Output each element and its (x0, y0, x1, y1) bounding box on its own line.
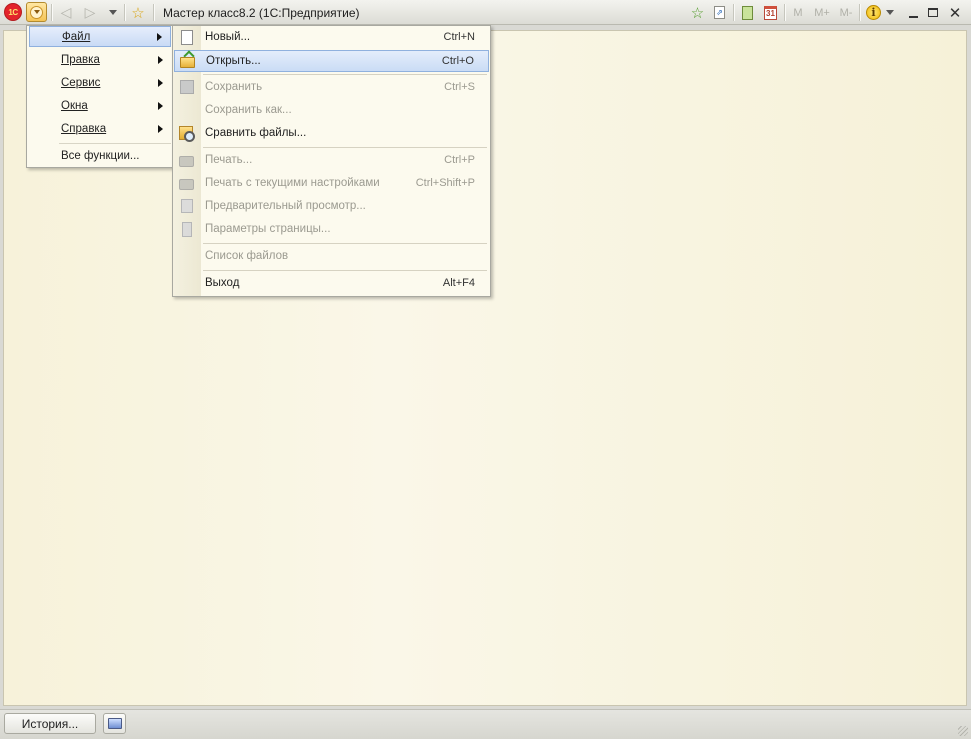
toolbar-separator (153, 4, 154, 21)
back-arrow-icon[interactable]: ◁ (57, 3, 75, 22)
menu-item-label: Окна (61, 99, 88, 112)
submenu-arrow-icon (158, 78, 163, 87)
main-menu-item-windows[interactable]: Окна (29, 95, 171, 116)
menu-separator (203, 270, 487, 271)
connection-button[interactable] (103, 713, 126, 734)
menu-item-label: Сервис (61, 76, 101, 89)
menu-item-label: Печать... (205, 154, 253, 166)
link-icon[interactable]: ⇗ (711, 3, 728, 22)
minimize-shape (908, 15, 918, 18)
menu-item-label: Печать с текущими настройками (205, 177, 380, 189)
menu-item-label: Параметры страницы... (205, 223, 331, 235)
main-menu-item-all-functions[interactable]: Все функции... (29, 145, 171, 166)
calendar-icon[interactable]: 31 (762, 3, 779, 22)
file-menu-item-save-as[interactable]: Сохранить как... (174, 100, 489, 122)
main-menu: Файл Правка Сервис Окна Справка Все функ… (26, 25, 174, 168)
menu-item-label: Сохранить (205, 81, 263, 93)
menu-item-shortcut: Ctrl+P (444, 154, 475, 166)
history-button[interactable]: История... (4, 713, 96, 734)
save-disk-icon (179, 80, 195, 96)
info-button[interactable]: i (864, 3, 883, 22)
printer-settings-icon (179, 176, 195, 192)
file-menu-item-page-setup[interactable]: Параметры страницы... (174, 219, 489, 241)
page-setup-icon (179, 222, 195, 238)
file-menu-item-open[interactable]: Открыть... Ctrl+O (174, 50, 489, 72)
memory-plus-button[interactable]: M+ (811, 3, 833, 22)
printer-icon (179, 153, 195, 169)
menu-item-label: Сохранить как... (205, 104, 292, 116)
connection-icon (107, 718, 122, 729)
file-menu-item-save[interactable]: Сохранить Ctrl+S (174, 77, 489, 99)
menu-item-shortcut: Alt+F4 (442, 277, 475, 289)
main-menu-button[interactable] (26, 2, 47, 22)
status-bar: История... (0, 709, 971, 739)
menu-item-shortcut: Ctrl+S (444, 81, 475, 93)
info-icon: i (866, 5, 881, 20)
compare-files-icon (179, 126, 195, 142)
close-icon[interactable]: ✕ (947, 3, 963, 22)
memory-button[interactable]: M (789, 3, 807, 22)
main-menu-item-service[interactable]: Сервис (29, 72, 171, 93)
file-menu-item-file-list[interactable]: Список файлов (174, 246, 489, 268)
memory-minus-button[interactable]: M- (835, 3, 857, 22)
new-document-icon (179, 30, 195, 46)
main-menu-item-edit[interactable]: Правка (29, 49, 171, 70)
toolbar-separator (124, 4, 125, 21)
menu-item-label: Открыть... (206, 55, 261, 67)
menu-item-label: Правка (61, 53, 100, 66)
calculator-body (742, 5, 753, 20)
menu-item-label: Все функции... (61, 149, 140, 162)
add-favorite-icon[interactable]: ☆ (688, 3, 707, 22)
toolbar-separator (733, 4, 734, 21)
submenu-arrow-icon (158, 55, 163, 64)
file-submenu: Новый... Ctrl+N Открыть... Ctrl+O Сохран… (172, 25, 491, 297)
toolbar-separator (859, 4, 860, 21)
menu-item-label: Список файлов (205, 250, 289, 262)
toolbar-separator (51, 4, 52, 21)
forward-arrow-icon[interactable]: ▷ (81, 3, 99, 22)
window-title: Мастер класс8.2 (1С:Предприятие) (163, 6, 360, 20)
menu-item-label: Предварительный просмотр... (205, 200, 366, 212)
menu-separator (59, 143, 171, 144)
main-menu-item-help[interactable]: Справка (29, 118, 171, 139)
file-menu-item-print[interactable]: Печать... Ctrl+P (174, 150, 489, 172)
file-menu-item-print-current[interactable]: Печать с текущими настройками Ctrl+Shift… (174, 173, 489, 195)
menu-separator (203, 243, 487, 244)
submenu-arrow-icon (157, 32, 162, 41)
menu-item-label: Выход (205, 277, 240, 289)
file-menu-item-compare[interactable]: Сравнить файлы... (174, 123, 489, 145)
info-dropdown-icon[interactable] (884, 3, 896, 22)
resize-grip-icon[interactable] (958, 726, 968, 736)
menu-item-label: Справка (61, 122, 107, 135)
history-dropdown-icon[interactable] (106, 3, 120, 22)
calendar-day: 31 (764, 5, 777, 20)
link-page-shape: ⇗ (714, 6, 725, 19)
menu-separator (203, 147, 487, 148)
file-menu-item-new[interactable]: Новый... Ctrl+N (174, 27, 489, 49)
menu-item-label: Файл (62, 30, 91, 43)
maximize-shape (928, 8, 938, 17)
menu-item-shortcut: Ctrl+Shift+P (415, 177, 475, 189)
menu-item-shortcut: Ctrl+N (443, 31, 475, 43)
main-menu-icon (30, 5, 43, 19)
1c-logo-icon[interactable]: 1С (4, 3, 22, 21)
menu-item-shortcut: Ctrl+O (441, 55, 474, 67)
favorites-star-icon[interactable]: ☆ (128, 3, 148, 22)
submenu-arrow-icon (158, 124, 163, 133)
menu-item-label: Новый... (205, 31, 251, 43)
main-menu-item-file[interactable]: Файл (29, 26, 171, 47)
file-menu-item-exit[interactable]: Выход Alt+F4 (174, 273, 489, 295)
calculator-icon[interactable] (739, 3, 756, 22)
menu-item-label: Сравнить файлы... (205, 127, 307, 139)
open-folder-icon (180, 54, 196, 70)
file-menu-item-preview[interactable]: Предварительный просмотр... (174, 196, 489, 218)
logo-text: 1С (8, 7, 18, 17)
title-bar: 1С ◁ ▷ ☆ Мастер класс8.2 (1С:Предприятие… (0, 0, 971, 25)
maximize-icon[interactable] (925, 3, 941, 22)
toolbar-separator (784, 4, 785, 21)
print-preview-icon (179, 199, 195, 215)
minimize-icon[interactable] (905, 3, 921, 22)
submenu-arrow-icon (158, 101, 163, 110)
menu-separator (203, 74, 487, 75)
